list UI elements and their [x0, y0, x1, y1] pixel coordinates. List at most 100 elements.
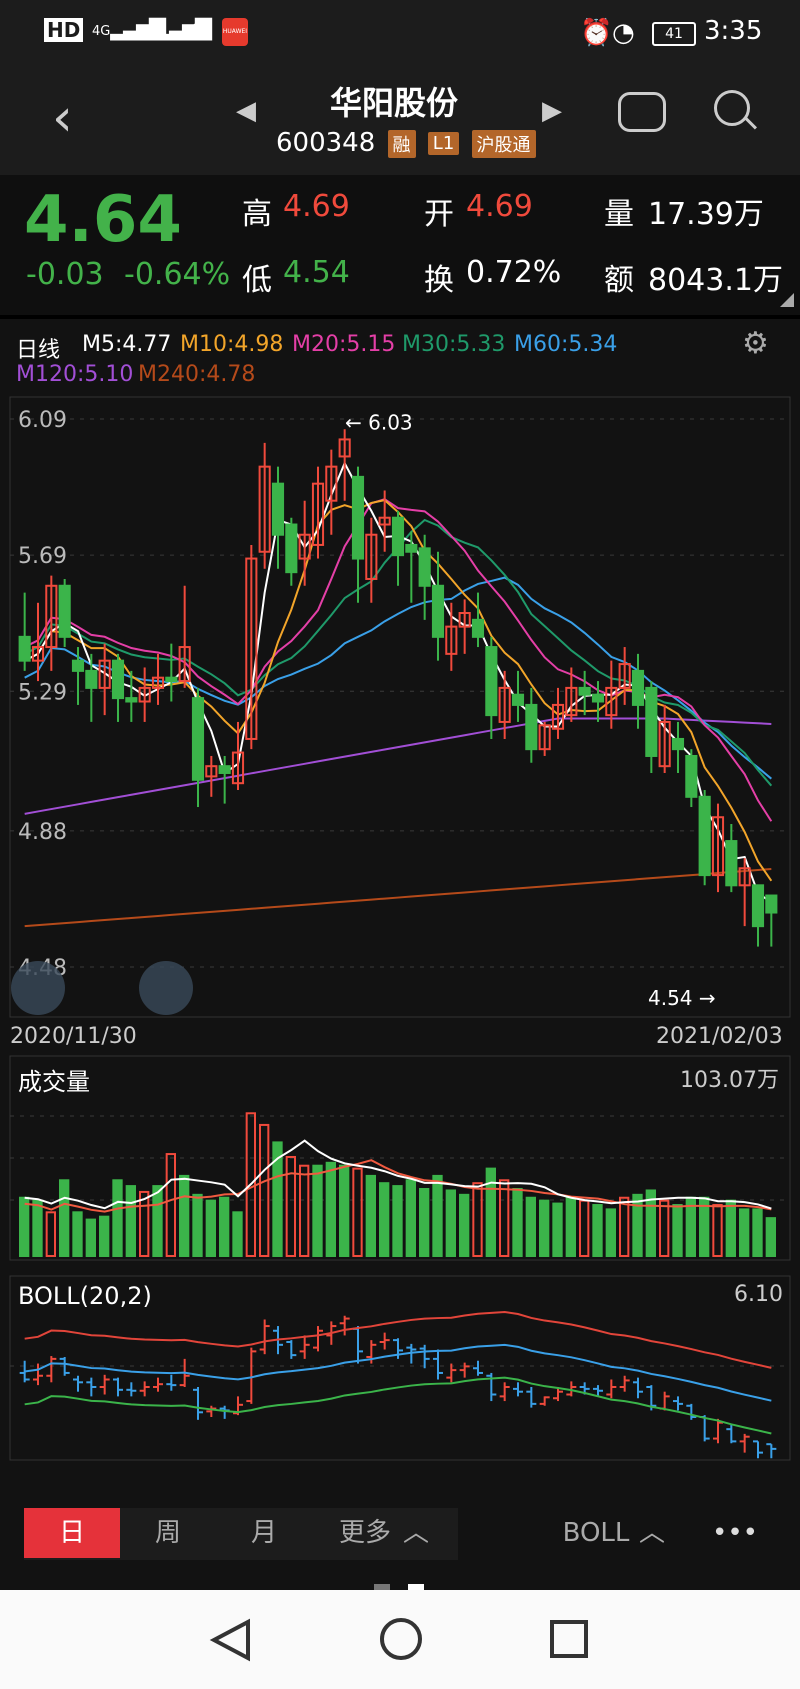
- volume-label: 量: [604, 197, 634, 232]
- candle-body: [645, 686, 658, 757]
- volume-bar: [325, 1161, 336, 1257]
- collapse-icon: [11, 961, 65, 1015]
- nav-home-icon[interactable]: [378, 1616, 424, 1662]
- volume-bar: [405, 1179, 416, 1257]
- volume-bar: [99, 1215, 110, 1257]
- candle-body: [125, 697, 138, 703]
- candle-body: [591, 693, 605, 703]
- indicator-select[interactable]: BOLL: [556, 1508, 636, 1558]
- boll-max-label: 6.10: [734, 1282, 783, 1307]
- low-label: 低: [242, 263, 272, 298]
- candle-body: [58, 584, 71, 638]
- candle-body: [525, 703, 538, 751]
- tab-more[interactable]: 更多: [330, 1508, 400, 1558]
- candle-body: [85, 669, 98, 689]
- x-end-label: 2021/02/03: [656, 1024, 783, 1049]
- volume-bar: [152, 1185, 163, 1258]
- volume-bar: [19, 1196, 30, 1257]
- price-change: -0.03: [26, 257, 104, 292]
- status-bar: HD 4G▂▃▅▇ 2G▂▃▅▇ ◠ HUAWEI ⏰ ◔ 41 3:35: [0, 0, 800, 70]
- candle-body: [471, 618, 485, 638]
- volume-bar: [539, 1199, 550, 1257]
- volume-bar: [192, 1193, 203, 1257]
- y-tick-label: 5.69: [18, 544, 67, 569]
- robot-icon[interactable]: [618, 92, 666, 132]
- ma30-label: M30:5.33: [402, 332, 506, 357]
- nav-recent-icon[interactable]: [548, 1618, 590, 1660]
- candle-body: [285, 523, 298, 574]
- clock-time: 3:35: [704, 16, 763, 46]
- volume-bar: [632, 1193, 643, 1257]
- volume-bar: [765, 1217, 777, 1258]
- volume-bar: [472, 1182, 483, 1257]
- connect-tag: 沪股通: [471, 129, 536, 158]
- boll-title: BOLL(20,2): [18, 1282, 152, 1310]
- candle-body: [191, 697, 205, 781]
- volume-bar: [672, 1204, 683, 1258]
- chart-frame: [9, 396, 791, 1018]
- candle-body: [111, 659, 125, 700]
- volume-bar: [419, 1188, 430, 1257]
- high-label: 高: [242, 197, 272, 232]
- volume-bar: [512, 1188, 523, 1257]
- tab-day[interactable]: 日: [24, 1508, 120, 1558]
- volume-bar: [352, 1167, 363, 1257]
- ma240-label: M240:4.78: [138, 362, 256, 387]
- ma5-label: M5:4.77: [82, 332, 172, 357]
- volume-bar: [72, 1211, 83, 1258]
- volume-bar: [445, 1189, 456, 1257]
- tab-week[interactable]: 周: [120, 1508, 216, 1558]
- overflow-menu-icon[interactable]: •••: [700, 1508, 770, 1558]
- volume-bar: [392, 1185, 403, 1258]
- volume-bar: [312, 1164, 323, 1257]
- candle-body: [578, 686, 591, 696]
- volume-bar: [299, 1164, 310, 1257]
- prev-stock-icon[interactable]: ◀: [236, 96, 256, 126]
- volume-bar: [139, 1190, 150, 1257]
- more-chevron-up-icon[interactable]: ︿: [398, 1508, 434, 1558]
- volume-max-label: 103.07万: [680, 1068, 779, 1093]
- turnover-label: 换: [424, 263, 454, 298]
- candle-body: [698, 795, 711, 877]
- candle-body: [511, 693, 525, 706]
- divider: [0, 315, 800, 319]
- open-value: 4.69: [466, 189, 533, 224]
- hd-icon: HD: [44, 18, 84, 42]
- settings-gear-icon[interactable]: ⚙: [742, 326, 769, 361]
- volume-bar: [459, 1193, 470, 1257]
- y-tick-label: 4.88: [18, 820, 67, 845]
- stock-code-row: 600348 融 L1 沪股通: [276, 128, 536, 158]
- volume-bar: [579, 1199, 590, 1257]
- m240-line: [24, 867, 772, 928]
- huawei-app-icon: HUAWEI: [222, 18, 248, 46]
- amount-label: 额: [604, 263, 634, 298]
- battery-icon: 41: [652, 22, 696, 46]
- volume-bar: [45, 1211, 57, 1258]
- volume-bar: [565, 1196, 577, 1257]
- tab-month[interactable]: 月: [216, 1508, 312, 1558]
- volume-bar: [205, 1199, 217, 1257]
- candle-body: [271, 482, 285, 536]
- indicator-chevron-up-icon[interactable]: ︿: [634, 1508, 670, 1558]
- back-icon[interactable]: ‹: [52, 88, 73, 148]
- system-nav-bar: [0, 1590, 800, 1689]
- candle-body: [751, 884, 765, 928]
- volume-bar: [619, 1196, 630, 1257]
- max-price-label: ← 6.03: [345, 410, 413, 434]
- search-icon[interactable]: [714, 90, 750, 126]
- volume-bar: [125, 1185, 136, 1258]
- volume-bar: [592, 1204, 603, 1258]
- expand-corner-icon[interactable]: [780, 293, 794, 307]
- candlestick-chart[interactable]: 6.095.695.294.884.48← 6.034.54 →: [0, 392, 800, 1022]
- high-value: 4.69: [283, 189, 350, 224]
- open-label: 开: [424, 197, 454, 232]
- volume-bar: [365, 1174, 376, 1257]
- nav-back-icon[interactable]: [208, 1618, 254, 1662]
- ma10-label: M10:4.98: [180, 332, 284, 357]
- volume-bar: [525, 1196, 537, 1257]
- min-price-label: 4.54 →: [648, 986, 716, 1010]
- next-stock-icon[interactable]: ▶: [542, 96, 562, 126]
- period-tab-bar: 日 周 月 更多 ︿ BOLL ︿ •••: [0, 1478, 800, 1590]
- amount-value: 8043.1万: [648, 263, 783, 298]
- volume-bar: [179, 1174, 190, 1257]
